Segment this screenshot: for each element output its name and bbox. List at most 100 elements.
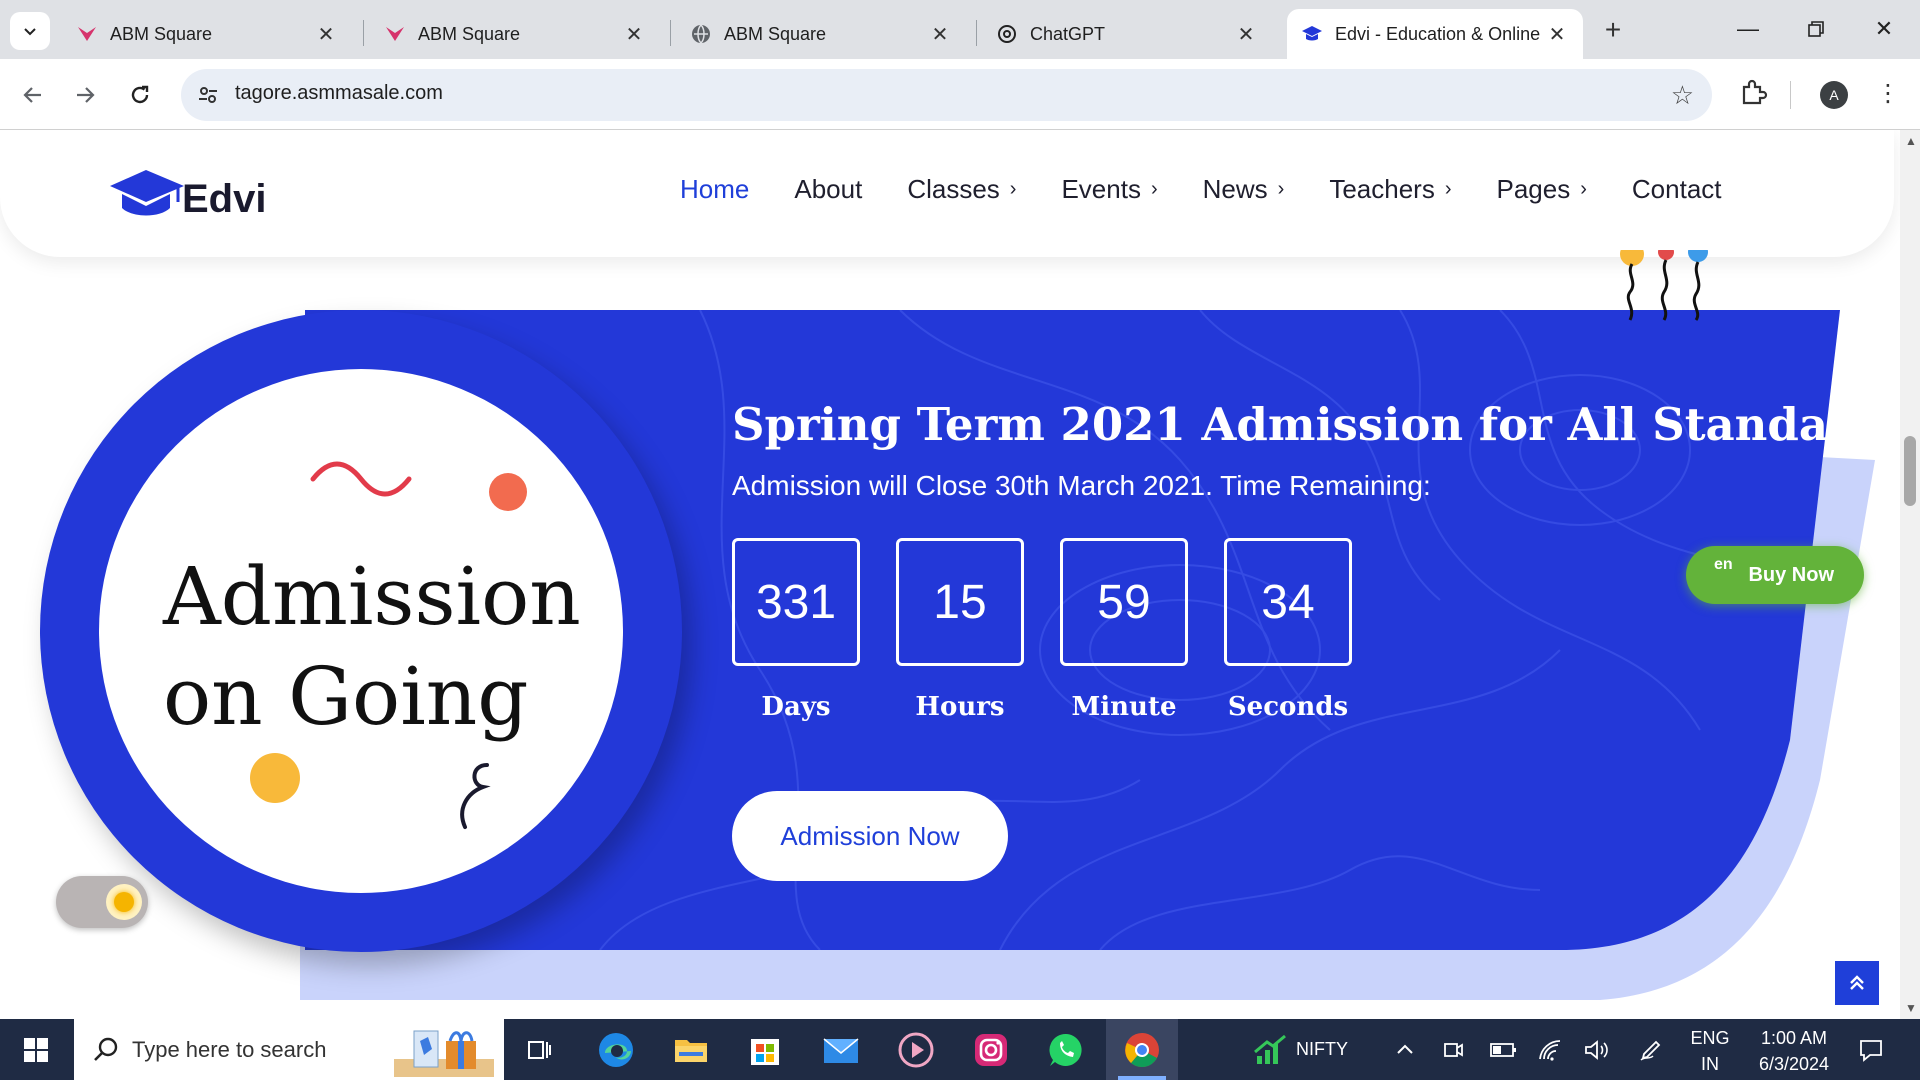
countdown-value: 59 [1060, 538, 1188, 666]
countdown-label: Hours [915, 692, 1005, 722]
mail-icon[interactable] [818, 1029, 864, 1071]
back-to-top-button[interactable] [1835, 961, 1879, 1005]
nav-label: Home [680, 174, 750, 204]
close-tab-icon[interactable]: ✕ [314, 22, 338, 47]
new-tab-button[interactable]: + [1597, 14, 1629, 46]
nav-about[interactable]: About [794, 174, 862, 205]
meet-now-icon[interactable] [1430, 1029, 1476, 1071]
close-tab-icon[interactable]: ✕ [1234, 22, 1258, 47]
clock-time: 1:00 AM [1760, 1028, 1828, 1048]
stock-chart-icon[interactable] [1248, 1029, 1294, 1071]
close-tab-icon[interactable]: ✕ [928, 22, 952, 47]
abm-logo-icon [384, 23, 406, 45]
extensions-puzzle-icon[interactable] [1738, 78, 1768, 108]
taskbar-search-box[interactable]: Type here to search [74, 1019, 504, 1080]
arrow-left-icon [23, 87, 41, 103]
nav-events[interactable]: Events › [1061, 174, 1157, 205]
circle-text-line: Admission [163, 550, 581, 643]
toolbar-divider [1790, 81, 1791, 109]
scroll-up-arrow-icon[interactable]: ▲ [1905, 134, 1917, 148]
tab-search-button[interactable] [10, 12, 50, 50]
countdown-seconds: 34 Seconds [1224, 538, 1352, 722]
clock[interactable]: 1:00 AM 6/3/2024 [1744, 1025, 1844, 1077]
countdown-value: 34 [1224, 538, 1352, 666]
buy-now-button[interactable]: en Buy Now [1686, 546, 1864, 604]
countdown-hours: 15 Hours [896, 538, 1024, 722]
scroll-down-arrow-icon[interactable]: ▼ [1905, 1001, 1917, 1015]
double-chevron-up-icon [1850, 975, 1864, 990]
whatsapp-icon[interactable] [1043, 1029, 1089, 1071]
site-logo[interactable]: Edvi [108, 166, 266, 222]
page-viewport: Edvi Home About Classes › Events › News › T… [0, 130, 1900, 1019]
wifi-icon[interactable] [1528, 1029, 1574, 1071]
edge-browser-icon[interactable] [593, 1029, 639, 1071]
nav-label: About [794, 174, 863, 204]
address-bar[interactable]: tagore.asmmasale.com ☆ [181, 69, 1712, 121]
reload-button[interactable] [121, 76, 159, 114]
task-view-icon[interactable] [516, 1029, 562, 1071]
file-explorer-icon[interactable] [668, 1029, 714, 1071]
tab-edvi-active[interactable]: Edvi - Education & Online ✕ [1287, 9, 1583, 59]
site-settings-icon[interactable] [195, 82, 221, 108]
nav-teachers[interactable]: Teachers › [1329, 174, 1451, 205]
close-tab-icon[interactable]: ✕ [1545, 22, 1569, 47]
tab-chatgpt[interactable]: ChatGPT ✕ [982, 9, 1272, 59]
chatgpt-icon [996, 23, 1018, 45]
browser-tab-strip: ABM Square ✕ ABM Square ✕ ABM Square ✕ C… [0, 0, 1920, 59]
windows-logo-icon [24, 1038, 48, 1062]
chevron-down-icon [24, 28, 36, 36]
restore-button[interactable] [1788, 10, 1844, 48]
forward-button[interactable] [66, 76, 104, 114]
dark-squiggle-decoration [460, 763, 491, 829]
volume-icon[interactable] [1574, 1029, 1620, 1071]
nav-contact[interactable]: Contact [1632, 174, 1722, 205]
windows-start-button[interactable] [12, 1031, 60, 1069]
main-nav: Home About Classes › Events › News › Teache… [680, 174, 1767, 205]
tab-title: Edvi - Education & Online [1335, 23, 1541, 44]
nav-home[interactable]: Home [680, 174, 749, 205]
nav-label: Contact [1631, 174, 1722, 204]
battery-icon[interactable] [1480, 1029, 1526, 1071]
profile-avatar[interactable]: A [1820, 81, 1848, 109]
notification-center-icon[interactable] [1848, 1029, 1894, 1071]
countdown-label: Days [761, 692, 831, 722]
url-text[interactable]: tagore.asmmasale.com [235, 82, 443, 105]
chevron-right-icon: › [1444, 178, 1452, 200]
tab-abm-square-3[interactable]: ABM Square ✕ [676, 9, 966, 59]
chevron-right-icon: › [1150, 178, 1158, 200]
nav-label: Teachers [1329, 174, 1435, 204]
nav-news[interactable]: News › [1203, 174, 1285, 205]
nav-pages[interactable]: Pages › [1497, 174, 1587, 205]
minimize-button[interactable]: — [1720, 10, 1776, 48]
red-squiggle-decoration [310, 461, 412, 497]
input-language-indicator[interactable]: ENG IN [1686, 1025, 1734, 1077]
balloons-decoration [1620, 250, 1708, 321]
countdown-label: Minute [1071, 692, 1177, 722]
tab-separator [976, 20, 977, 46]
lang-line: ENG [1690, 1028, 1730, 1048]
pen-ink-icon[interactable] [1628, 1029, 1674, 1071]
theme-toggle[interactable] [56, 876, 148, 928]
page-scrollbar[interactable]: ▲ ▼ [1900, 130, 1920, 1019]
admission-now-button[interactable]: Admission Now [732, 791, 1008, 881]
show-hidden-icons-chevron-up-icon[interactable] [1382, 1029, 1428, 1071]
tab-abm-square-1[interactable]: ABM Square ✕ [62, 9, 352, 59]
instagram-icon[interactable] [968, 1029, 1014, 1071]
close-window-button[interactable]: ✕ [1856, 10, 1912, 48]
close-tab-icon[interactable]: ✕ [622, 22, 646, 47]
stock-label[interactable]: NIFTY [1296, 1036, 1348, 1062]
chrome-icon[interactable] [1119, 1029, 1165, 1071]
edvi-cap-icon [1301, 23, 1323, 45]
chevron-right-icon: › [1580, 178, 1587, 200]
bookmark-star-icon[interactable]: ☆ [1671, 80, 1694, 111]
back-button[interactable] [14, 76, 52, 114]
tab-abm-square-2[interactable]: ABM Square ✕ [370, 9, 660, 59]
site-header: Edvi Home About Classes › Events › News › T… [0, 130, 1894, 257]
microsoft-store-icon[interactable] [742, 1029, 788, 1071]
tab-title: ABM Square [724, 23, 827, 44]
nav-classes[interactable]: Classes › [907, 174, 1016, 205]
scrollbar-thumb[interactable] [1904, 436, 1916, 506]
browser-menu-icon[interactable]: ⋮ [1876, 79, 1900, 108]
media-player-icon[interactable] [893, 1029, 939, 1071]
arrow-right-icon [77, 87, 95, 103]
